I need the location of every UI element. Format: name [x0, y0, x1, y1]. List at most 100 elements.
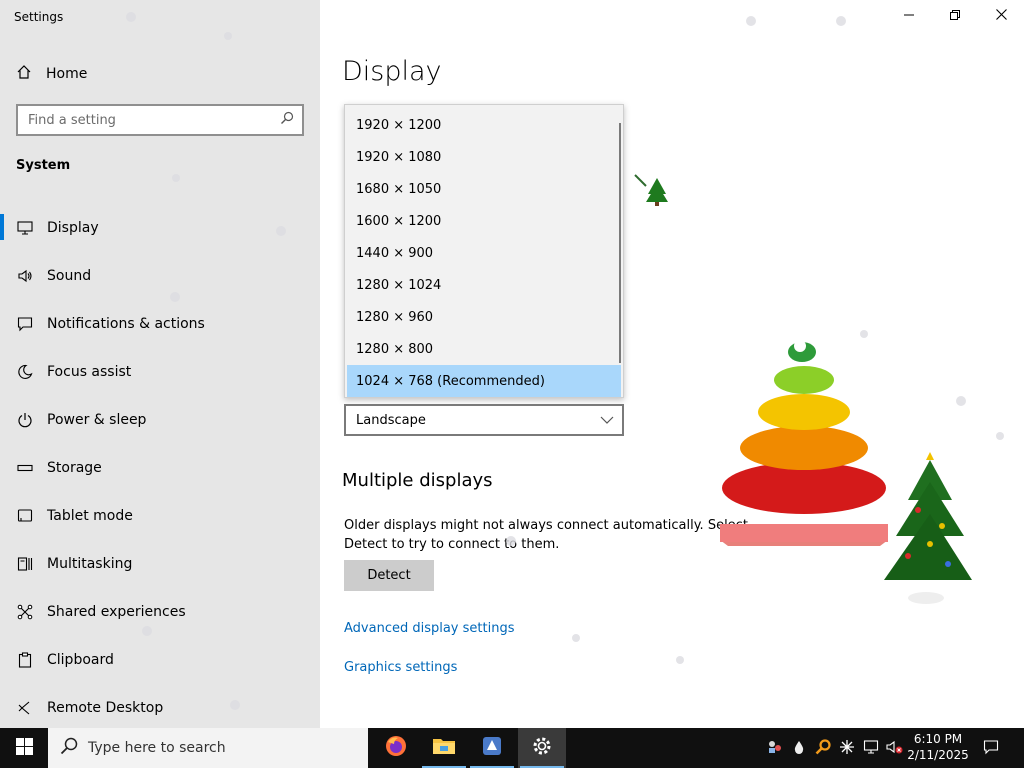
- sidebar-item-power-sleep[interactable]: Power & sleep: [0, 396, 320, 444]
- search-placeholder: Find a setting: [28, 112, 116, 128]
- firefox-icon: [384, 734, 408, 762]
- start-button[interactable]: [0, 728, 48, 768]
- monitor-icon: [16, 220, 33, 237]
- taskbar-app-program[interactable]: [468, 728, 516, 768]
- tray-drop-icon[interactable]: [788, 728, 810, 768]
- resolution-option[interactable]: 1600 × 1200: [345, 205, 617, 237]
- sidebar-item-focus-assist[interactable]: Focus assist: [0, 348, 320, 396]
- sidebar-item-label: Focus assist: [47, 364, 132, 380]
- snowflake-decoration: [224, 32, 232, 40]
- snowflake-decoration: [506, 536, 516, 546]
- snowflake-decoration: [170, 292, 180, 302]
- resolution-option[interactable]: 1280 × 800: [345, 333, 617, 365]
- snowflake-decoration: [676, 656, 684, 664]
- christmas-tree-decoration: [884, 452, 972, 604]
- home-nav[interactable]: Home: [16, 64, 87, 84]
- power-icon: [16, 412, 33, 429]
- taskbar-search-input[interactable]: Type here to search: [48, 728, 368, 768]
- orientation-select[interactable]: Landscape: [344, 404, 624, 436]
- sidebar-item-display[interactable]: Display: [0, 204, 320, 252]
- sidebar-item-storage[interactable]: Storage: [0, 444, 320, 492]
- restore-icon: [950, 9, 960, 24]
- close-button[interactable]: [978, 0, 1024, 32]
- speaker-icon: [16, 268, 33, 285]
- snowflake-decoration: [230, 700, 240, 710]
- app-title: Settings: [14, 10, 64, 24]
- snowflake-icon: [839, 739, 855, 758]
- snowflake-decoration: [126, 12, 136, 22]
- multitask-icon: [16, 556, 33, 573]
- spiral-tree-decoration: [720, 340, 888, 546]
- snowflake-decoration: [572, 634, 580, 642]
- snowflake-decoration: [142, 626, 152, 636]
- close-icon: [995, 8, 1007, 24]
- sidebar-item-label: Multitasking: [47, 556, 133, 572]
- search-icon: [60, 737, 78, 759]
- tablet-icon: [16, 508, 33, 525]
- tray-search-tool-icon[interactable]: [812, 728, 834, 768]
- home-icon: [16, 64, 32, 84]
- sidebar-item-label: Clipboard: [47, 652, 114, 668]
- snowflake-decoration: [956, 396, 966, 406]
- taskbar-clock[interactable]: 6:10 PM 2/11/2025: [906, 731, 970, 763]
- network-icon: [863, 739, 879, 758]
- tray-network-icon[interactable]: [860, 728, 882, 768]
- sidebar-item-clipboard[interactable]: Clipboard: [0, 636, 320, 684]
- advanced-display-settings-link[interactable]: Advanced display settings: [344, 621, 514, 636]
- settings-icon: [531, 735, 553, 761]
- water-drop-icon: [793, 740, 805, 757]
- chevron-down-icon: [600, 413, 614, 428]
- sidebar-item-sound[interactable]: Sound: [0, 252, 320, 300]
- snowflake-decoration: [172, 174, 180, 182]
- notification-icon: [983, 739, 999, 758]
- minimize-button[interactable]: [886, 0, 932, 32]
- windows-logo-icon: [15, 737, 33, 759]
- resolution-dropdown-list[interactable]: 1920 × 1200 1920 × 1080 1680 × 1050 1600 × …: [344, 104, 624, 398]
- sidebar-item-shared-experiences[interactable]: Shared experiences: [0, 588, 320, 636]
- drive-icon: [16, 460, 33, 477]
- resolution-option[interactable]: 1920 × 1080: [345, 141, 617, 173]
- sidebar-item-label: Sound: [47, 268, 92, 284]
- taskbar-app-file-explorer[interactable]: [420, 728, 468, 768]
- taskbar-search-placeholder: Type here to search: [88, 740, 226, 756]
- graphics-settings-link[interactable]: Graphics settings: [344, 660, 457, 675]
- tray-volume-icon[interactable]: [884, 728, 906, 768]
- small-tree-decoration: [634, 174, 668, 206]
- action-center-button[interactable]: [976, 728, 1006, 768]
- sidebar-item-label: Power & sleep: [47, 412, 147, 428]
- snowflake-decoration: [746, 16, 756, 26]
- home-label: Home: [46, 66, 88, 82]
- sidebar-item-multitasking[interactable]: Multitasking: [0, 540, 320, 588]
- orientation-value: Landscape: [356, 412, 426, 428]
- clipboard-icon: [16, 652, 33, 669]
- snowflake-decoration: [276, 226, 286, 236]
- tray-app-icon[interactable]: [764, 728, 786, 768]
- volume-muted-icon: [886, 739, 904, 758]
- section-label: System: [16, 158, 71, 173]
- remote-icon: [16, 700, 33, 717]
- taskbar: Type here to search 6:10 PM 2/11/2025: [0, 728, 1024, 768]
- resolution-option[interactable]: 1440 × 900: [345, 237, 617, 269]
- resolution-option[interactable]: 1920 × 1200: [345, 109, 617, 141]
- tray-snowflake-icon[interactable]: [836, 728, 858, 768]
- restore-button[interactable]: [932, 0, 978, 32]
- sidebar-item-remote-desktop[interactable]: Remote Desktop: [0, 684, 320, 732]
- taskbar-app-settings[interactable]: [518, 728, 566, 768]
- snowflake-decoration: [860, 330, 868, 338]
- dropdown-scrollbar[interactable]: [619, 123, 621, 363]
- snowflake-decoration: [996, 432, 1004, 440]
- sidebar-item-tablet-mode[interactable]: Tablet mode: [0, 492, 320, 540]
- taskbar-app-firefox[interactable]: [372, 728, 420, 768]
- file-explorer-icon: [432, 736, 456, 760]
- sidebar: Settings Home Find a setting System Disp…: [0, 0, 320, 728]
- settings-search-input[interactable]: Find a setting: [16, 104, 304, 136]
- resolution-option[interactable]: 1280 × 1024: [345, 269, 617, 301]
- detect-button[interactable]: Detect: [344, 560, 434, 591]
- snowflake-decoration: [836, 16, 846, 26]
- sidebar-item-label: Display: [47, 220, 99, 236]
- resolution-option[interactable]: 1024 × 768 (Recommended): [347, 365, 621, 397]
- sidebar-item-notifications[interactable]: Notifications & actions: [0, 300, 320, 348]
- minimize-icon: [904, 9, 914, 24]
- resolution-option[interactable]: 1280 × 960: [345, 301, 617, 333]
- resolution-option[interactable]: 1680 × 1050: [345, 173, 617, 205]
